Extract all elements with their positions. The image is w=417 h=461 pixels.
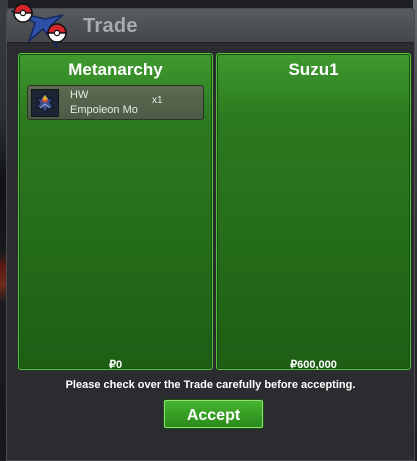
item-tag: HW	[70, 89, 89, 101]
money-amount: 0	[115, 359, 123, 371]
trade-warning-text: Please check over the Trade carefully be…	[65, 379, 356, 391]
player-name: Metanarchy	[68, 60, 163, 79]
accept-button[interactable]: Accept	[164, 400, 263, 428]
window-title: Trade	[83, 15, 138, 37]
item-name: Empoleon Mo	[70, 104, 138, 116]
empoleon-sprite-icon	[31, 89, 59, 117]
trade-titlebar[interactable]: Trade	[7, 3, 414, 48]
item-quantity: x1	[152, 95, 163, 106]
money-offer: ₽600,000	[217, 358, 410, 371]
money-offer: ₽0	[19, 358, 212, 371]
trade-panel-partner: Suzu1 ₽600,000	[216, 53, 411, 371]
trade-panel-self: Metanarchy HW Empoleon Mo x1 ₽0	[18, 53, 213, 371]
trade-window: Trade Metanarchy HW Empoleon Mo x1 ₽0 Su…	[6, 3, 415, 461]
pokeball-logo-icon	[10, 3, 67, 48]
money-amount: 600,000	[297, 359, 337, 371]
trade-item-slot[interactable]: HW Empoleon Mo x1	[27, 85, 204, 120]
player-name: Suzu1	[288, 60, 339, 79]
pokedollar-icon: ₽	[108, 359, 116, 371]
